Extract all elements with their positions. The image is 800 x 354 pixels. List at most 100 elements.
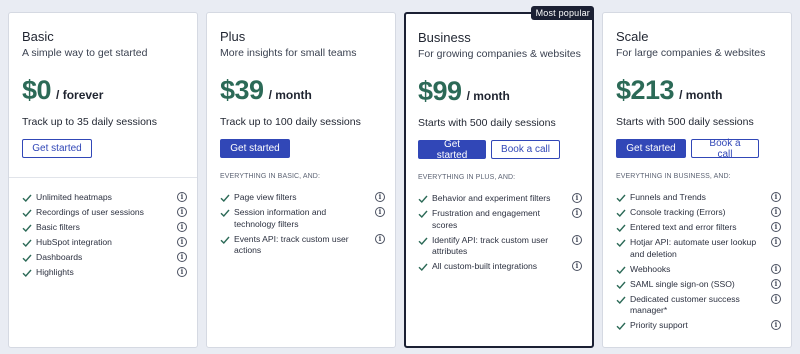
info-icon[interactable]: i [177, 192, 187, 202]
price-row: $0 / forever [22, 75, 103, 106]
info-icon[interactable]: i [375, 233, 385, 244]
info-icon[interactable]: i [771, 263, 781, 274]
feature-list: Behavior and experiment filters i Frustrat… [418, 193, 582, 276]
feature-label: Recordings of user sessions [36, 207, 144, 217]
feature-item: Basic filters i [22, 222, 187, 234]
check-icon [418, 263, 428, 272]
feature-item: Webhooks i [616, 263, 781, 276]
feature-item: Entered text and error filters i [616, 222, 781, 234]
info-icon[interactable]: i [771, 222, 781, 232]
info-icon[interactable]: i [375, 192, 385, 202]
divider [9, 177, 197, 178]
feature-item: SAML single sign-on (SSO) i [616, 278, 781, 291]
get-started-button[interactable]: Get started [220, 139, 290, 158]
info-icon[interactable]: i [771, 278, 781, 289]
plan-price: $0 [22, 75, 52, 105]
plan-sessions: Track up to 100 daily sessions [220, 116, 361, 128]
plan-price: $99 [418, 76, 462, 106]
check-icon [22, 209, 32, 218]
plan-name: Basic [22, 29, 54, 44]
plan-price: $213 [616, 75, 675, 105]
feature-item: Dashboards i [22, 252, 187, 264]
check-icon [616, 322, 626, 331]
info-icon[interactable]: i [771, 320, 781, 330]
info-icon[interactable]: i [771, 207, 781, 217]
info-icon[interactable]: i [177, 252, 187, 262]
check-icon [220, 236, 230, 244]
info-icon[interactable]: i [572, 208, 582, 218]
info-icon[interactable]: i [177, 267, 187, 277]
info-icon[interactable]: i [375, 207, 385, 217]
info-icon[interactable]: i [177, 207, 187, 217]
feature-label: Page view filters [234, 192, 297, 202]
plan-period: / month [679, 88, 723, 102]
feature-label: Session information and technology filte… [234, 207, 327, 229]
feature-label: Identify API: track custom user attribut… [432, 234, 549, 257]
book-a-call-button[interactable]: Book a call [691, 138, 759, 160]
plan-name: Plus [220, 29, 246, 44]
check-icon [616, 194, 626, 203]
feature-item: Page view filters i [220, 192, 385, 204]
feature-label: HubSpot integration [36, 237, 112, 247]
section-label: EVERYTHING IN BASIC, AND: [220, 173, 321, 180]
feature-label: Basic filters [36, 222, 80, 232]
info-icon[interactable]: i [572, 234, 582, 245]
check-icon [616, 224, 626, 233]
check-icon [616, 209, 626, 218]
get-started-button[interactable]: Get started [22, 139, 92, 158]
feature-label: Frustration and engagement scores [432, 208, 540, 230]
feature-item: HubSpot integration i [22, 237, 187, 249]
plan-card-business: Most popular Business For growing compan… [404, 6, 594, 348]
plan-period: / month [268, 88, 312, 102]
plan-sessions: Starts with 500 daily sessions [616, 116, 754, 128]
feature-item: All custom-built integrations i [418, 261, 582, 273]
plan-tagline: For growing companies & websites [418, 48, 581, 60]
feature-item: Console tracking (Errors) i [616, 207, 781, 219]
plan-period: / forever [56, 88, 104, 102]
feature-item: Funnels and Trends i [616, 192, 781, 204]
feature-list: Funnels and Trends i Console tracking (Err… [616, 192, 781, 335]
price-row: $213 / month [616, 75, 722, 106]
check-icon [418, 237, 428, 245]
feature-label: Entered text and error filters [630, 222, 737, 232]
check-icon [22, 254, 32, 263]
info-icon[interactable]: i [771, 237, 781, 247]
plan-card-basic: Basic A simple way to get started $0 / f… [8, 12, 198, 348]
plan-sessions: Track up to 35 daily sessions [22, 116, 158, 128]
feature-item: Identify API: track custom user attribut… [418, 234, 582, 258]
plan-card-plus: Plus More insights for small teams $39 /… [206, 12, 396, 348]
feature-item: Unlimited heatmaps i [22, 192, 187, 204]
feature-label: Dashboards [36, 252, 83, 262]
plan-card-scale: Scale For large companies & websites $21… [602, 12, 792, 348]
feature-label: All custom-built integrations [432, 261, 538, 271]
plan-name: Business [418, 30, 471, 45]
plan-tagline: For large companies & websites [616, 47, 766, 59]
plan-period: / month [466, 89, 510, 103]
pricing-plans: Basic A simple way to get started $0 / f… [8, 6, 796, 348]
price-row: $39 / month [220, 75, 312, 106]
get-started-button[interactable]: Get started [616, 139, 686, 158]
check-icon [220, 209, 230, 218]
feature-label: Hotjar API: automate user lookup and del… [630, 237, 757, 259]
info-icon[interactable]: i [572, 261, 582, 271]
check-icon [220, 194, 230, 203]
book-a-call-button[interactable]: Book a call [491, 140, 560, 159]
feature-label: Highlights [36, 267, 74, 277]
plan-name: Scale [616, 29, 649, 44]
info-icon[interactable]: i [177, 237, 187, 247]
section-label: EVERYTHING IN PLUS, AND: [418, 174, 516, 181]
feature-item: Frustration and engagement scores i [418, 208, 582, 231]
feature-label: Events API: track custom user actions [234, 233, 349, 256]
plan-actions: Get started Book a call [616, 138, 759, 160]
section-label: EVERYTHING IN BUSINESS, AND: [616, 173, 731, 180]
info-icon[interactable]: i [771, 293, 781, 304]
info-icon[interactable]: i [572, 193, 582, 203]
feature-item: Priority support i [616, 320, 781, 332]
info-icon[interactable]: i [771, 192, 781, 202]
price-row: $99 / month [418, 76, 510, 107]
info-icon[interactable]: i [177, 222, 187, 232]
feature-label: Dedicated customer success manager* [630, 293, 740, 316]
check-icon [22, 224, 32, 233]
get-started-button[interactable]: Get started [418, 139, 486, 161]
feature-label: Behavior and experiment filters [432, 193, 551, 203]
